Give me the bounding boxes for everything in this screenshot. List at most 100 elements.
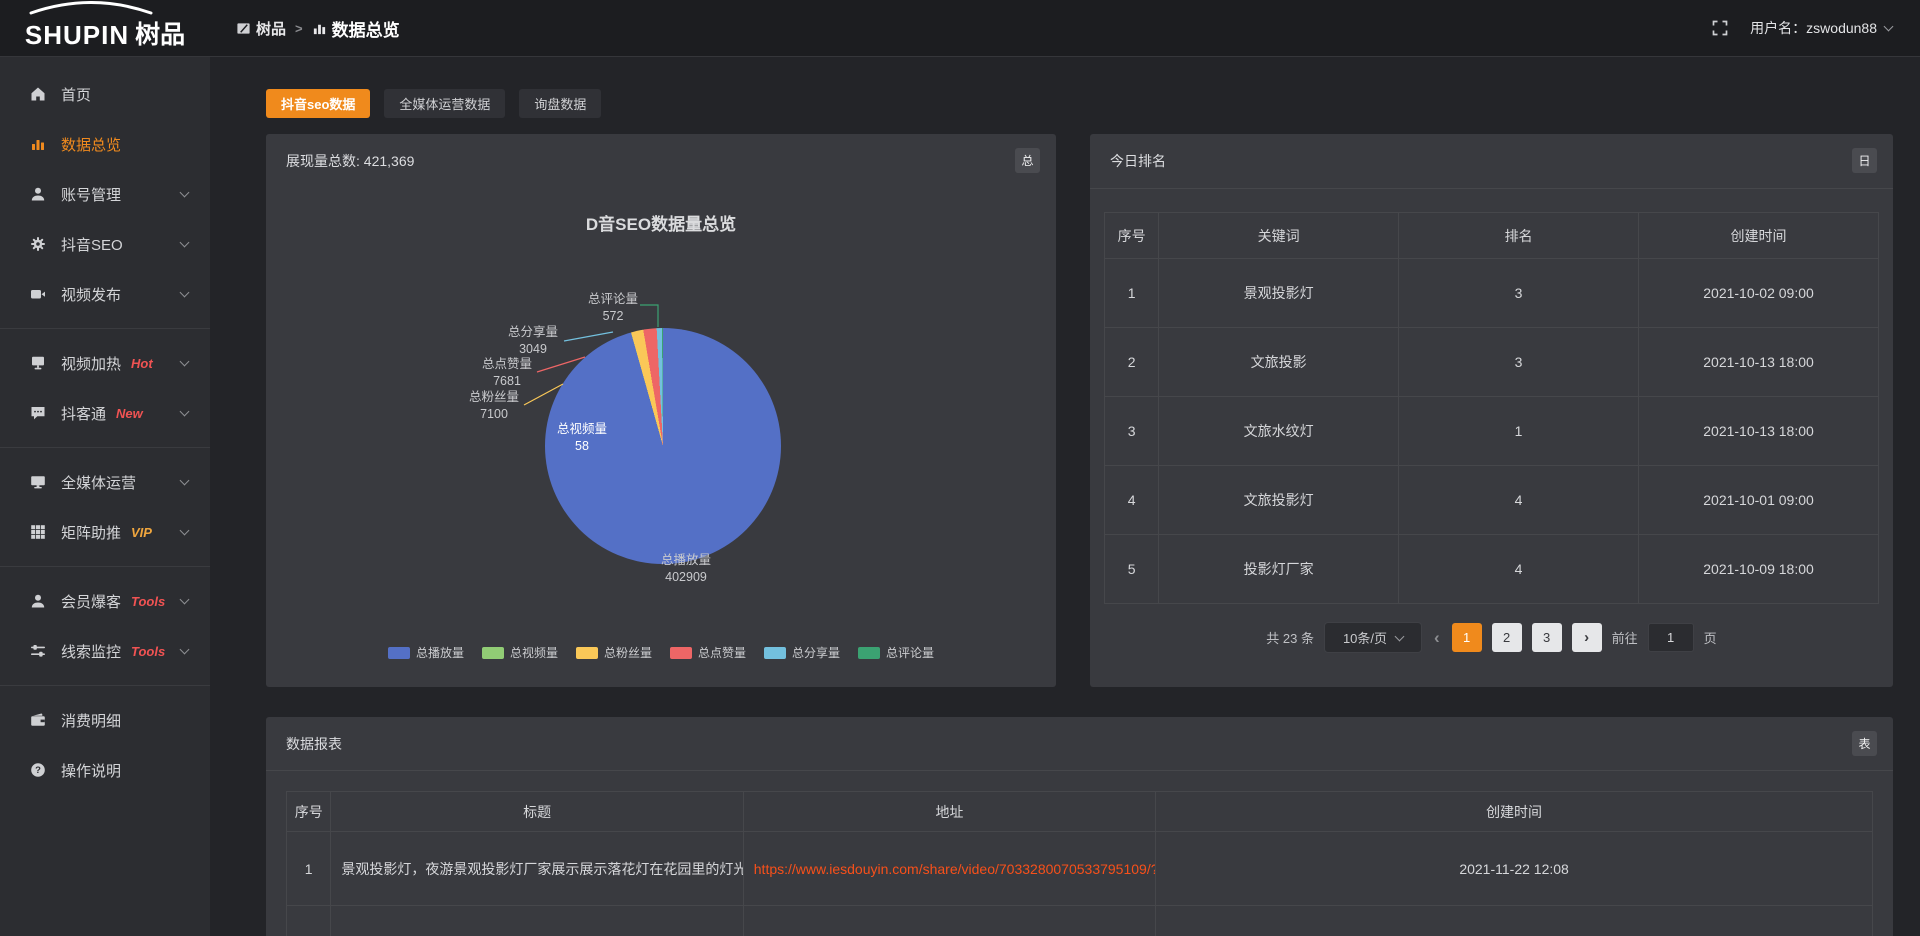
sidebar-item-help[interactable]: ? 操作说明 <box>0 745 210 795</box>
sidebar-item-clue-monitor[interactable]: 线索监控 Tools <box>0 626 210 676</box>
ranking-table: 序号关键词排名创建时间 1 景观投影灯 3 2021-10-02 09:00 2 <box>1104 212 1879 604</box>
sidebar-divider <box>0 328 210 329</box>
table-row-partial <box>287 906 1873 936</box>
legend-item[interactable]: 总分享量 <box>764 644 840 661</box>
sidebar-item-video-heat[interactable]: 视频加热 Hot <box>0 338 210 388</box>
legend-swatch <box>764 647 786 659</box>
legend-item[interactable]: 总点赞量 <box>670 644 746 661</box>
logo-arc <box>27 1 155 15</box>
cell-created-time: 2021-10-13 18:00 <box>1639 328 1879 397</box>
cell-index: 4 <box>1105 466 1159 535</box>
sidebar-item-account[interactable]: 账号管理 <box>0 169 210 219</box>
cell-created-time: 2021-10-09 18:00 <box>1639 535 1879 604</box>
breadcrumb-current: 数据总览 <box>312 16 400 41</box>
cell-created-time: 2021-10-01 09:00 <box>1639 466 1879 535</box>
sliders-icon <box>30 643 47 659</box>
total-toggle-button[interactable]: 总 <box>1015 148 1040 173</box>
prev-page-button[interactable]: ‹ <box>1434 628 1440 648</box>
sidebar-item-douketong[interactable]: 抖客通 New <box>0 388 210 438</box>
sidebar-item-home[interactable]: 首页 <box>0 69 210 119</box>
tab-inquiry-data[interactable]: 询盘数据 <box>519 89 601 118</box>
overview-panel-title: 展现量总数: 421,369 <box>266 134 1056 171</box>
app-icon <box>236 21 251 36</box>
table-row: 2 文旅投影 3 2021-10-13 18:00 <box>1105 328 1879 397</box>
cell-keyword: 投影灯厂家 <box>1159 535 1399 604</box>
new-badge: New <box>116 406 143 421</box>
cell-video-link[interactable]: https://www.iesdouyin.com/share/video/70… <box>743 832 1155 906</box>
report-table-header-row: 序号标题地址创建时间 <box>287 792 1873 832</box>
bar-chart-icon <box>312 21 327 36</box>
breadcrumb-separator: > <box>295 21 303 36</box>
page-button-1[interactable]: 1 <box>1452 623 1482 652</box>
chevron-down-icon <box>180 357 190 367</box>
tab-douyin-seo-data[interactable]: 抖音seo数据 <box>266 89 370 118</box>
goto-label: 前往 <box>1612 628 1638 647</box>
cell-keyword: 景观投影灯 <box>1159 259 1399 328</box>
legend-item[interactable]: 总视频量 <box>482 644 558 661</box>
sidebar-item-matrix-boost[interactable]: 矩阵助推 VIP <box>0 507 210 557</box>
column-header: 序号 <box>287 792 331 832</box>
sidebar-item-member[interactable]: 会员爆客 Tools <box>0 576 210 626</box>
sidebar-item-expense[interactable]: 消费明细 <box>0 695 210 745</box>
table-row: 4 文旅投影灯 4 2021-10-01 09:00 <box>1105 466 1879 535</box>
sidebar-item-data-overview[interactable]: 数据总览 <box>0 119 210 169</box>
page-button-3[interactable]: 3 <box>1532 623 1562 652</box>
pie-label-shares: 总分享量3049 <box>504 324 562 358</box>
table-toggle-button[interactable]: 表 <box>1852 731 1877 756</box>
sidebar-item-media-operation[interactable]: 全媒体运营 <box>0 457 210 507</box>
username-label: 用户名：zswodun88 <box>1750 18 1877 38</box>
chevron-down-icon <box>180 645 190 655</box>
vip-badge: VIP <box>131 525 152 540</box>
report-panel-title: 数据报表 <box>266 717 1893 771</box>
sidebar-item-douyin-seo[interactable]: 抖音SEO <box>0 219 210 269</box>
legend-item[interactable]: 总粉丝量 <box>576 644 652 661</box>
monitor-icon <box>30 474 47 490</box>
table-row: 1 景观投影灯 3 2021-10-02 09:00 <box>1105 259 1879 328</box>
cell-keyword: 文旅投影 <box>1159 328 1399 397</box>
cell-rank: 4 <box>1399 535 1639 604</box>
legend-item[interactable]: 总播放量 <box>388 644 464 661</box>
page-button-2[interactable]: 2 <box>1492 623 1522 652</box>
chat-bubble-icon <box>30 405 47 421</box>
chart-legend: 总播放量 总视频量 总粉丝量 总点赞量 总分享量 <box>266 644 1056 661</box>
legend-item[interactable]: 总评论量 <box>858 644 934 661</box>
tab-media-operation-data[interactable]: 全媒体运营数据 <box>384 89 505 118</box>
breadcrumb: 树品 > 数据总览 <box>236 16 400 41</box>
home-icon <box>30 86 47 102</box>
report-table: 序号标题地址创建时间 1 景观投影灯，夜游景观投影灯厂家展示展示落花灯在花园里的… <box>286 791 1873 936</box>
chevron-down-icon <box>180 526 190 536</box>
breadcrumb-root[interactable]: 树品 <box>236 18 286 39</box>
day-toggle-button[interactable]: 日 <box>1852 148 1877 173</box>
column-header: 序号 <box>1105 213 1159 259</box>
question-circle-icon: ? <box>30 762 47 778</box>
chevron-down-icon <box>180 595 190 605</box>
chevron-down-icon <box>180 238 190 248</box>
column-header: 排名 <box>1399 213 1639 259</box>
sidebar-item-video-publish[interactable]: 视频发布 <box>0 269 210 319</box>
pie-label-comments: 总评论量572 <box>584 291 642 325</box>
legend-swatch <box>858 647 880 659</box>
ranking-panel: 今日排名 日 序号关键词排名创建时间 1 <box>1090 134 1893 687</box>
topbar: SHUPIN 树品 树品 > 数据总览 用户名：zswodun88 <box>0 0 1920 57</box>
page-size-select[interactable]: 10条/页 <box>1324 622 1422 653</box>
column-header: 创建时间 <box>1156 792 1873 832</box>
fullscreen-icon[interactable] <box>1712 20 1728 36</box>
user-icon <box>30 186 47 202</box>
svg-text:?: ? <box>35 765 41 776</box>
goto-page-input[interactable] <box>1648 623 1694 652</box>
ranking-table-header-row: 序号关键词排名创建时间 <box>1105 213 1879 259</box>
page-unit-label: 页 <box>1704 628 1717 647</box>
sidebar-divider <box>0 566 210 567</box>
sidebar-divider <box>0 447 210 448</box>
cell-index: 1 <box>287 832 331 906</box>
logo-text-en: SHUPIN <box>25 20 129 51</box>
table-row: 5 投影灯厂家 4 2021-10-09 18:00 <box>1105 535 1879 604</box>
user-menu[interactable]: 用户名：zswodun88 <box>1750 18 1892 38</box>
tools-badge: Tools <box>131 644 165 659</box>
pagination-total: 共 23 条 <box>1266 628 1314 647</box>
chevron-down-icon <box>180 407 190 417</box>
cell-created-time: 2021-10-02 09:00 <box>1639 259 1879 328</box>
next-page-button[interactable]: › <box>1572 623 1602 652</box>
hot-badge: Hot <box>131 356 153 371</box>
cell-index: 3 <box>1105 397 1159 466</box>
